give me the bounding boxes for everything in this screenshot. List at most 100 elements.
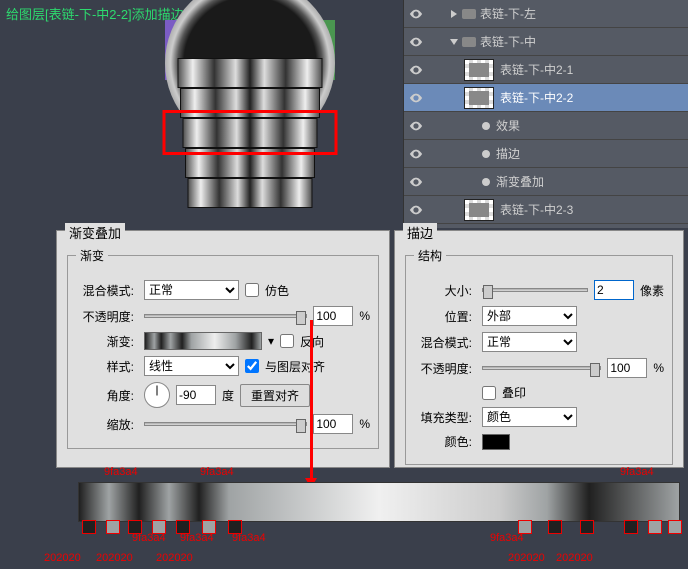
blend-label: 混合模式:: [414, 334, 472, 351]
color-annotation: 9fa3a4: [200, 466, 234, 478]
opacity-label: 不透明度:: [414, 360, 472, 377]
blend-select[interactable]: 正常: [144, 280, 239, 300]
dropdown-icon[interactable]: ▾: [268, 334, 274, 348]
watch-preview: [110, 8, 390, 228]
visibility-icon[interactable]: [404, 203, 428, 217]
visibility-icon[interactable]: [404, 91, 428, 105]
fx-row[interactable]: 渐变叠加: [404, 168, 688, 196]
align-label: 与图层对齐: [265, 358, 325, 375]
blend-label: 混合模式:: [76, 282, 134, 299]
align-check[interactable]: [245, 359, 259, 373]
gradient-stop[interactable]: [648, 520, 662, 534]
dither-label: 仿色: [265, 282, 289, 299]
color-swatch[interactable]: [482, 434, 510, 450]
chevron-right-icon[interactable]: [451, 10, 457, 18]
color-annotation: 9fa3a4: [620, 466, 654, 478]
visibility-icon[interactable]: [404, 63, 428, 77]
gradient-stop[interactable]: [128, 520, 142, 534]
color-annotation: 202020: [96, 552, 133, 564]
pct-label: %: [359, 417, 370, 431]
opacity-slider[interactable]: [144, 314, 307, 318]
opacity-slider[interactable]: [482, 366, 601, 370]
gradient-stop[interactable]: [668, 520, 682, 534]
pos-label: 位置:: [414, 308, 472, 325]
layer-label: 表链-下-中2-3: [500, 201, 573, 218]
overprint-check[interactable]: [482, 386, 496, 400]
group-label: 渐变: [76, 247, 108, 264]
visibility-icon[interactable]: [404, 175, 428, 189]
fx-label: 效果: [496, 117, 520, 134]
gradient-stop[interactable]: [176, 520, 190, 534]
angle-input[interactable]: [176, 385, 216, 405]
layers-panel: 表链-下-左 表链-下-中 表链-下-中2-1 表链-下-中2-2 效果 描边 …: [403, 0, 688, 228]
filltype-label: 填充类型:: [414, 409, 472, 426]
panel-title: 渐变叠加: [65, 223, 125, 242]
opacity-input[interactable]: [313, 306, 353, 326]
size-input[interactable]: [594, 280, 634, 300]
gradient-stop[interactable]: [580, 520, 594, 534]
gradient-label: 渐变:: [76, 333, 134, 350]
layer-row[interactable]: 表链-下-左: [404, 0, 688, 28]
annotation-arrow: [310, 320, 313, 480]
filltype-select[interactable]: 颜色: [482, 407, 577, 427]
size-label: 大小:: [414, 282, 472, 299]
fx-label: 渐变叠加: [496, 173, 544, 190]
angle-label: 角度:: [76, 387, 134, 404]
layer-row[interactable]: 表链-下-中2-1: [404, 56, 688, 84]
opacity-label: 不透明度:: [76, 308, 134, 325]
gradient-stop[interactable]: [106, 520, 120, 534]
visibility-icon[interactable]: [404, 7, 428, 21]
folder-icon: [462, 37, 476, 47]
visibility-icon[interactable]: [404, 119, 428, 133]
folder-icon: [462, 9, 476, 19]
scale-input[interactable]: [313, 414, 353, 434]
blend-select[interactable]: 正常: [482, 332, 577, 352]
fx-row[interactable]: 效果: [404, 112, 688, 140]
band-segment: [178, 58, 323, 88]
layer-row[interactable]: 表链-下-中: [404, 28, 688, 56]
size-unit: 像素: [640, 282, 664, 299]
layer-thumbnail: [464, 199, 494, 221]
gradient-stop[interactable]: [518, 520, 532, 534]
panel-title: 描边: [403, 223, 437, 242]
gradient-stop[interactable]: [624, 520, 638, 534]
reverse-check[interactable]: [280, 334, 294, 348]
chevron-down-icon[interactable]: [450, 39, 458, 45]
gradient-group: 渐变 混合模式:正常仿色 不透明度:% 渐变:▾反向 样式:线性与图层对齐 角度…: [67, 247, 379, 449]
color-annotation: 202020: [156, 552, 193, 564]
fx-icon: [482, 122, 490, 130]
pct-label: %: [653, 361, 664, 375]
gradient-stop[interactable]: [548, 520, 562, 534]
layer-label: 表链-下-中2-2: [500, 89, 573, 106]
gradient-stop[interactable]: [82, 520, 96, 534]
gradient-editor-bar[interactable]: [78, 482, 680, 522]
fx-row[interactable]: 描边: [404, 140, 688, 168]
visibility-icon[interactable]: [404, 35, 428, 49]
fx-icon: [482, 178, 490, 186]
gradient-stop[interactable]: [228, 520, 242, 534]
pos-select[interactable]: 外部: [482, 306, 577, 326]
scale-label: 缩放:: [76, 416, 134, 433]
visibility-icon[interactable]: [404, 147, 428, 161]
gradient-stop[interactable]: [152, 520, 166, 534]
scale-slider[interactable]: [144, 422, 307, 426]
color-annotation: 202020: [44, 552, 81, 564]
style-select[interactable]: 线性: [144, 356, 239, 376]
overprint-label: 叠印: [502, 384, 526, 401]
layer-row[interactable]: 表链-下-中2-3: [404, 196, 688, 224]
opacity-input[interactable]: [607, 358, 647, 378]
size-slider[interactable]: [482, 288, 588, 292]
dither-check[interactable]: [245, 283, 259, 297]
stroke-panel: 描边 结构 大小:像素 位置:外部 混合模式:正常 不透明度:% 叠印 填充类型…: [394, 230, 684, 468]
style-label: 样式:: [76, 358, 134, 375]
angle-unit: 度: [222, 387, 234, 404]
gradient-preview[interactable]: [144, 332, 262, 350]
reset-align-button[interactable]: 重置对齐: [240, 384, 310, 407]
structure-group: 结构 大小:像素 位置:外部 混合模式:正常 不透明度:% 叠印 填充类型:颜色…: [405, 247, 673, 465]
fx-label: 描边: [496, 145, 520, 162]
layer-row-selected[interactable]: 表链-下-中2-2: [404, 84, 688, 112]
color-annotation: 202020: [508, 552, 545, 564]
color-annotation: 202020: [556, 552, 593, 564]
gradient-stop[interactable]: [202, 520, 216, 534]
angle-dial[interactable]: [144, 382, 170, 408]
